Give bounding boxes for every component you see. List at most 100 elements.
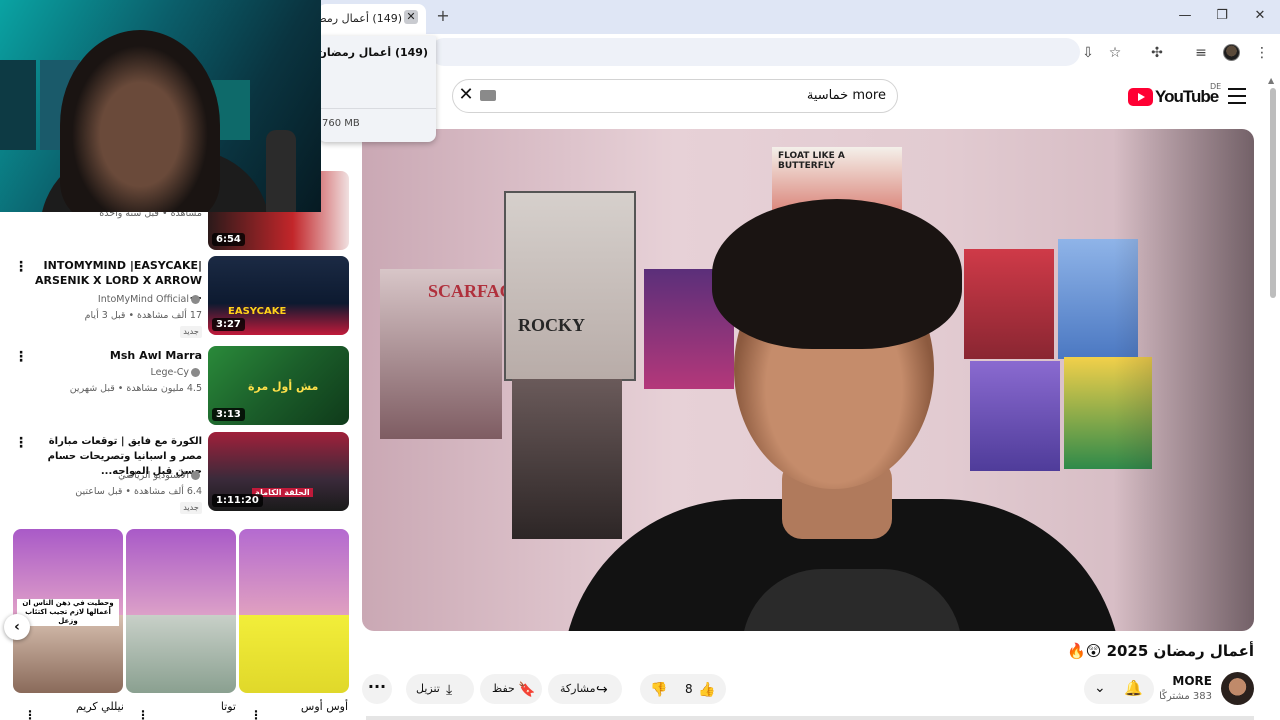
star-icon[interactable]: ☆ [1105,43,1125,63]
subscription-button[interactable]: ⌄ 🔔 [1084,674,1154,704]
recommendation-meta: 6.4 ألف مشاهدة • قبل ساعتين [75,486,202,497]
video-duration: 6:54 [212,233,245,246]
youtube-logo-text: YouTube [1155,87,1219,106]
short-thumbnail-bottom [239,615,349,693]
recommendation-menu-icon[interactable]: ⋮ [14,436,28,450]
media-icon[interactable]: ≡ [1191,43,1211,63]
short-thumbnail-top [126,529,236,615]
download-icon: ⤓ [446,682,453,698]
poster-text-rocky: ROCKY [518,315,585,335]
youtube-play-icon [1128,88,1153,106]
dark-poster [512,379,622,539]
recommendation-meta: 4.5 مليون مشاهدة • قبل شهرين [69,383,202,394]
recommendation-thumbnail[interactable]: EASYCAKE 3:27 [208,256,349,335]
recommendation-thumbnail[interactable]: الحلقة الكاملة 1:11:20 [208,432,349,511]
more-actions-button[interactable]: ··· [362,674,392,704]
short-menu-icon[interactable]: ⋮ [137,708,149,720]
room-shadow [1114,129,1254,631]
video-duration: 3:27 [212,318,245,331]
scarface-poster: SCARFACE [380,269,525,439]
like-count: 8 [685,682,693,696]
football-poster-red [964,249,1054,359]
thumbnail-text: EASYCAKE [228,306,287,317]
tab-hover-card: (149) أعمال رمضان 760 MB [318,36,436,142]
profile-icon[interactable] [1223,44,1240,61]
share-icon: ↪ [596,682,608,698]
like-icon[interactable]: 👍 [698,682,715,698]
short-title[interactable]: نيللي كريم [34,700,124,713]
recommendation-thumbnail[interactable]: مش أول مرة 3:13 [208,346,349,425]
recommendation-title[interactable]: Msh Awl Marra [34,348,202,363]
recommendation-meta: 17 ألف مشاهدة • قبل 3 أيام [84,310,202,321]
region-code: DE [1210,82,1222,91]
poster-text-butterfly: FLOAT LIKE A BUTTERFLY [778,151,845,171]
close-window-button[interactable]: ✕ [1247,6,1273,26]
short-title[interactable]: أوس أوس [258,700,348,713]
like-dislike-group: 👎 8 👍 [640,674,726,704]
install-icon[interactable]: ⇩ [1078,43,1098,63]
short-thumbnail-bottom [126,615,236,693]
dislike-icon[interactable]: 👎 [650,682,667,698]
tab-title: (149) أعمال رمضان [318,12,402,25]
recommendation-channel[interactable]: الأستوديو الرياضي [34,468,202,483]
close-tab-icon[interactable]: ✕ [404,10,418,24]
verified-icon [191,368,200,377]
short-title[interactable]: توتا [146,700,236,713]
channel-name-text: IntoMyMind Official [97,294,189,305]
clear-search-icon[interactable]: ✕ [456,85,476,105]
download-label: تنزيل [416,682,440,695]
address-bar[interactable] [430,38,1080,66]
shelf-previous-button[interactable]: ‹ [4,614,30,640]
rocky-poster: ROCKY [504,191,636,381]
save-button[interactable]: حفظ 🔖 [480,674,542,704]
description-edge [366,716,1254,720]
tab-hover-divider [318,108,436,109]
channel-name-text: الأستوديو الرياضي [118,470,189,481]
webcam-poster [0,60,36,150]
recommendation-menu-icon[interactable]: ⋮ [14,260,28,274]
tab-memory-usage: 760 MB [322,118,360,129]
screen: (149) أعمال رمضان ✕ + — ❐ ✕ ⇩ ☆ ✣ ≡ ⋮ ✕ … [0,0,1280,720]
new-tab-button[interactable]: + [434,7,452,25]
share-label: مشاركة [560,682,596,695]
recommendation-channel[interactable]: Lege-Cy [34,365,202,380]
youtube-logo[interactable]: YouTube DE [1128,82,1221,108]
video-duration: 1:11:20 [212,494,263,507]
maximize-button[interactable]: ❐ [1209,6,1235,26]
verified-icon [191,295,200,304]
bell-icon: 🔔 [1124,679,1143,697]
short-menu-icon[interactable]: ⋮ [24,708,36,720]
jersey-poster [970,361,1060,471]
chevron-down-icon: ⌄ [1094,680,1106,696]
recommendation-channel[interactable]: IntoMyMind Official [34,292,202,307]
new-badge: جديد [180,326,202,338]
channel-name-text: Lege-Cy [150,367,189,378]
webcam-microphone [266,130,296,212]
short-thumbnail-top [239,529,349,615]
channel-avatar[interactable] [1221,672,1254,705]
menu-icon[interactable]: ⋮ [1252,43,1272,63]
save-label: حفظ [492,682,515,695]
short-card[interactable] [239,529,349,693]
presenter-hair [712,199,962,349]
minimize-button[interactable]: — [1172,6,1198,26]
new-badge: جديد [180,502,202,514]
webcam-overlay [0,0,321,212]
short-card[interactable] [126,529,236,693]
scroll-up-icon[interactable]: ▲ [1268,76,1274,85]
search-query[interactable]: more خماسية [700,88,886,103]
bookmark-icon: 🔖 [518,682,536,698]
video-player[interactable]: SCARFACE ROCKY FLOAT LIKE A BUTTERFLY [362,129,1254,631]
page-scrollbar[interactable] [1270,88,1276,298]
video-duration: 3:13 [212,408,245,421]
download-button[interactable]: تنزيل ⤓ [406,674,474,704]
short-card[interactable]: وحطيت في ذهن الناس ان أعمالها لازم تجيب … [13,529,123,693]
share-button[interactable]: مشاركة ↪ [548,674,622,704]
tab-hover-title: (149) أعمال رمضان [318,46,428,59]
hamburger-menu-icon[interactable] [1228,88,1246,104]
extensions-icon[interactable]: ✣ [1147,43,1167,63]
keyboard-icon[interactable] [480,90,496,101]
short-menu-icon[interactable]: ⋮ [250,708,262,720]
recommendation-menu-icon[interactable]: ⋮ [14,350,28,364]
short-caption: وحطيت في ذهن الناس ان أعمالها لازم تجيب … [17,599,119,626]
